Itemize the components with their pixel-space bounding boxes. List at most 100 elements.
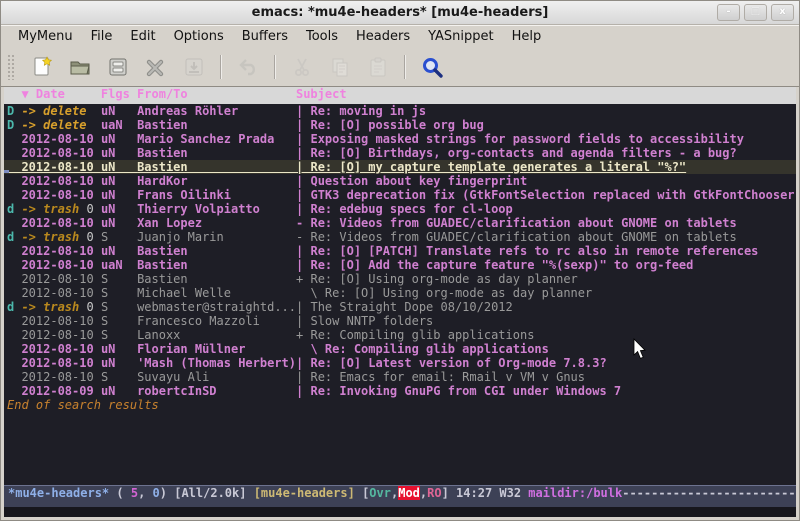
flags-cell: S — [101, 286, 137, 300]
message-row[interactable]: 2012-08-10 S Michael Welle \ Re: [O] Usi… — [4, 286, 796, 300]
from-cell: Bastien — [137, 272, 296, 286]
date-cell: 2012-08-10 — [21, 244, 100, 258]
modeline-segment: 0 — [153, 486, 160, 500]
modeline-segment: ) [All/2.0k] — [160, 486, 254, 500]
close-buffer-icon[interactable] — [142, 53, 170, 81]
message-row[interactable]: 2012-08-10 uN Bastien | Re: [O] my captu… — [4, 160, 796, 174]
message-row[interactable]: 2012-08-10 S Bastien + Re: [O] Using org… — [4, 272, 796, 286]
save-icon[interactable] — [104, 53, 132, 81]
subject-cell: | Re: [O] Latest version of Org-mode 7.8… — [296, 356, 607, 370]
fringe-cursor-indicator — [4, 170, 9, 173]
menu-options[interactable]: Options — [165, 27, 233, 47]
message-row[interactable]: D -> delete uaN Bastien | Re: [O] possib… — [4, 118, 796, 132]
mu4e-headers-buffer: ▼ Date Flgs From/To Subject D -> delete … — [4, 87, 796, 485]
modeline-segment: [mu4e-headers] — [254, 486, 355, 500]
message-row[interactable]: 2012-08-10 uN HardKor | Question about k… — [4, 174, 796, 188]
message-row[interactable]: 2012-08-10 uN Bastien | Re: [O] [PATCH] … — [4, 244, 796, 258]
subject-cell: \ Re: Compiling glib applications — [296, 342, 549, 356]
maximize-button[interactable]: □ — [744, 4, 767, 21]
frame-body: ▼ Date Flgs From/To Subject D -> delete … — [1, 87, 799, 520]
new-file-icon[interactable] — [28, 53, 56, 81]
subject-cell: | Re: [O] [PATCH] Translate refs to rc a… — [296, 244, 758, 258]
menu-help[interactable]: Help — [503, 27, 551, 47]
minimize-button[interactable]: - — [717, 4, 740, 21]
subject-cell: | Exposing masked strings for password f… — [296, 132, 744, 146]
subject-cell: | The Straight Dope 08/10/2012 — [296, 300, 513, 314]
date-cell: 2012-08-10 — [21, 174, 100, 188]
message-row[interactable]: 2012-08-10 uN Mario Sanchez Prada | Expo… — [4, 132, 796, 146]
message-row[interactable]: 2012-08-10 S Francesco Mazzoli | Slow NN… — [4, 314, 796, 328]
from-cell: Michael Welle — [137, 286, 296, 300]
mark-target-extra: 0 — [79, 230, 93, 244]
pad — [94, 300, 101, 314]
mark-char — [7, 286, 21, 300]
message-row[interactable]: D -> delete uN Andreas Röhler | Re: movi… — [4, 104, 796, 118]
flags-cell: uN — [101, 174, 137, 188]
message-row[interactable]: 2012-08-10 uN 'Mash (Thomas Herbert)| Re… — [4, 356, 796, 370]
subject-cell: | Re: edebug specs for cl-loop — [296, 202, 513, 216]
menu-buffers[interactable]: Buffers — [233, 27, 297, 47]
modeline-segment: *mu4e-headers* — [8, 486, 109, 500]
flags-cell: S — [101, 314, 137, 328]
toolbar-grip-handle[interactable] — [7, 54, 14, 80]
date-cell: 2012-08-10 — [21, 370, 100, 384]
modeline-segment: maildir:/bulk — [528, 486, 622, 500]
modeline-segment: ( — [109, 486, 131, 500]
menu-edit[interactable]: Edit — [121, 27, 164, 47]
message-row[interactable]: d -> trash 0 S Juanjo Marin - Re: Videos… — [4, 230, 796, 244]
toolbar — [1, 48, 799, 87]
subject-cell: | Re: moving in js — [296, 104, 426, 118]
message-row[interactable]: d -> trash 0 uN Thierry Volpiatto | Re: … — [4, 202, 796, 216]
from-cell: Juanjo Marin — [137, 230, 296, 244]
message-row[interactable]: 2012-08-09 uN robertcInSD | Re: Invoking… — [4, 384, 796, 398]
message-row[interactable]: 2012-08-10 S Suvayu Ali | Re: Emacs for … — [4, 370, 796, 384]
subject-cell: - Re: Videos from GUADEC/clarification a… — [296, 216, 737, 230]
message-row[interactable]: 2012-08-10 uN Frans Oilinki | GTK3 depre… — [4, 188, 796, 202]
message-row[interactable]: 2012-08-10 S Lanoxx + Re: Compiling glib… — [4, 328, 796, 342]
mark-char — [7, 216, 21, 230]
search-icon[interactable] — [418, 53, 446, 81]
mark-target: -> delete — [21, 118, 86, 132]
subject-cell: | GTK3 deprecation fix (GtkFontSelection… — [296, 188, 796, 202]
menu-mymenu[interactable]: MyMenu — [9, 27, 82, 47]
toolbar-separator — [274, 55, 276, 79]
menu-tools[interactable]: Tools — [297, 27, 347, 47]
echo-area — [4, 507, 796, 517]
modeline-segment: RO — [427, 486, 441, 500]
message-row[interactable]: 2012-08-10 uN Florian Müllner \ Re: Comp… — [4, 342, 796, 356]
flags-cell: uN — [101, 244, 137, 258]
toolbar-separator — [220, 55, 222, 79]
close-button[interactable]: x — [771, 4, 794, 21]
menu-file[interactable]: File — [82, 27, 122, 47]
menu-yasnippet[interactable]: YASnippet — [419, 27, 503, 47]
open-folder-icon[interactable] — [66, 53, 94, 81]
flags-cell: uN — [101, 342, 137, 356]
message-row[interactable]: d -> trash 0 S webmaster@straightd...| T… — [4, 300, 796, 314]
mark-char — [7, 132, 21, 146]
modeline-segment: , — [138, 486, 152, 500]
menu-headers[interactable]: Headers — [347, 27, 419, 47]
mark-char — [7, 384, 21, 398]
mode-line[interactable]: *mu4e-headers* ( 5, 0) [All/2.0k] [mu4e-… — [4, 485, 796, 507]
modeline-segment: 5 — [131, 486, 138, 500]
modeline-segment: -------------------------- — [622, 486, 796, 500]
from-cell: Francesco Mazzoli — [137, 314, 296, 328]
message-row[interactable]: 2012-08-10 uN Bastien | Re: [O] Birthday… — [4, 146, 796, 160]
modeline-segment: Mod — [398, 486, 420, 500]
undo-icon — [234, 53, 262, 81]
paste-icon — [364, 53, 392, 81]
from-cell: Frans Oilinki — [137, 188, 296, 202]
headers-column-header[interactable]: ▼ Date Flgs From/To Subject — [4, 87, 796, 104]
end-of-results-marker: End of search results — [4, 398, 796, 412]
message-row[interactable]: 2012-08-10 uaN Bastien | Re: [O] Add the… — [4, 258, 796, 272]
title-bar[interactable]: emacs: *mu4e-headers* [mu4e-headers] -□x — [1, 1, 799, 25]
date-cell: 2012-08-10 — [21, 314, 100, 328]
message-row[interactable]: 2012-08-10 uN Xan Lopez - Re: Videos fro… — [4, 216, 796, 230]
flags-cell: uN — [101, 160, 137, 174]
from-cell: 'Mash (Thomas Herbert) — [137, 356, 296, 370]
from-cell: Xan Lopez — [137, 216, 296, 230]
mark-target: -> delete — [21, 104, 86, 118]
date-cell: 2012-08-09 — [21, 384, 100, 398]
flags-cell: uN — [101, 104, 137, 118]
mark-target-extra: 0 — [79, 300, 93, 314]
